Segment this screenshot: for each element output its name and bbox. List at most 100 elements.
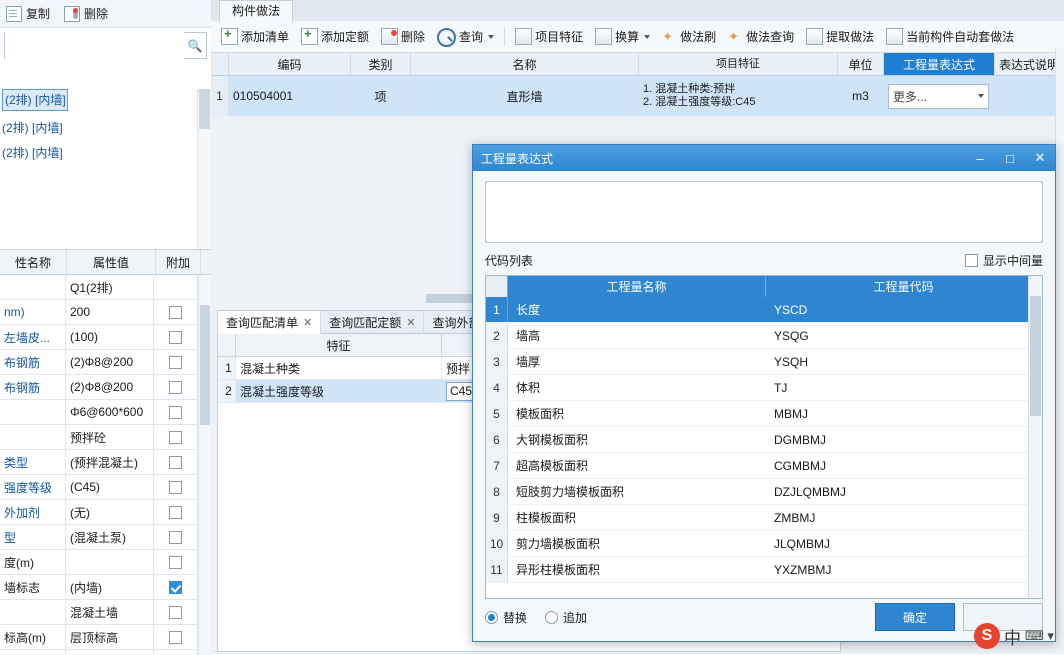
property-value[interactable]: 200 [66,300,154,324]
checkbox-box[interactable] [169,605,182,619]
cell-qty-name[interactable]: 柱模板面积 [508,505,766,530]
checkbox-box[interactable] [169,480,182,494]
property-row[interactable]: 左墙皮... (100) [0,325,211,350]
code-table-row[interactable]: 11 异形柱模板面积 YXZMBMJ [486,557,1042,583]
property-value[interactable]: Q1(2排) [66,275,154,299]
cell-type[interactable]: 项 [351,76,411,116]
checkbox-box[interactable] [169,380,182,394]
property-value[interactable]: 预拌砼 [66,425,154,449]
property-extra[interactable] [154,375,198,399]
cell-qty-name[interactable]: 模板面积 [508,401,766,426]
checkbox-box[interactable] [169,405,182,419]
code-table-row[interactable]: 9 柱模板面积 ZMBMJ [486,505,1042,531]
code-table-row[interactable]: 3 墙厚 YSQH [486,349,1042,375]
tab-component-method[interactable]: 构件做法 [219,0,294,22]
property-value[interactable]: (100) [66,325,154,349]
cell-description[interactable] [995,76,1064,116]
property-row[interactable]: 混凝土墙 [0,600,211,625]
property-value[interactable]: (无) [66,500,154,524]
property-extra[interactable] [154,525,198,549]
checkbox-box[interactable] [169,455,182,469]
property-extra[interactable] [154,550,198,574]
property-row[interactable]: 布钢筋 (2)Φ8@200 [0,350,211,375]
list-item[interactable]: (2排) [内墙] [0,142,211,164]
radio-append[interactable]: 追加 [545,609,587,626]
property-row[interactable]: 强度等级 (C45) [0,475,211,500]
cell-qty-name[interactable]: 异形柱模板面积 [508,557,766,582]
chevron-down-icon[interactable] [644,34,651,39]
cell-qty-code[interactable]: YXZMBMJ [766,557,1042,582]
chevron-down-icon[interactable] [488,34,495,39]
property-value[interactable]: 层顶标高 [66,650,154,655]
cell-qty-name[interactable]: 长度 [508,297,766,322]
property-extra[interactable] [154,275,198,299]
checkbox-box[interactable] [169,505,182,519]
add-quota-button[interactable]: 添加定额 [296,26,374,47]
property-row[interactable]: 预拌砼 [0,425,211,450]
cell-qty-code[interactable]: YSCD [766,297,1042,322]
property-extra[interactable] [154,400,198,424]
query-button[interactable]: 查询 [432,25,499,48]
cell-unit[interactable]: m3 [838,76,884,116]
cell-qty-code[interactable]: YSQG [766,323,1042,348]
property-value[interactable]: (预拌混凝土) [66,450,154,474]
list-scrollbar[interactable] [197,89,211,272]
cell-qty-code[interactable]: YSQH [766,349,1042,374]
close-icon[interactable]: ✕ [1025,145,1055,171]
property-extra[interactable] [154,650,198,655]
search-input[interactable] [5,32,184,59]
tab-match-list[interactable]: 查询匹配清单 ✕ [218,311,322,334]
property-row[interactable]: 墙标志 (内墙) [0,575,211,600]
checkbox-box[interactable] [169,555,182,569]
property-row[interactable]: 度(m) [0,550,211,575]
cell-qty-name[interactable]: 短肢剪力墙模板面积 [508,479,766,504]
method-brush-button[interactable]: ✦ 做法刷 [657,26,721,47]
property-extra[interactable] [154,450,198,474]
list-item[interactable]: (2排) [内墙] [0,117,211,139]
checkbox-box[interactable] [169,355,182,369]
property-row[interactable]: 布钢筋 (2)Φ8@200 [0,375,211,400]
cell-qty-code[interactable]: CGMBMJ [766,453,1042,478]
code-table-row[interactable]: 5 模板面积 MBMJ [486,401,1042,427]
property-value[interactable] [66,550,154,574]
left-search-box[interactable]: 🔍 [4,32,207,59]
property-value[interactable]: (C45) [66,475,154,499]
ime-mode[interactable]: 中 [1004,624,1021,649]
property-value[interactable]: (2)Φ8@200 [66,375,154,399]
property-row[interactable]: 外加剂 (无) [0,500,211,525]
property-extra[interactable] [154,600,198,624]
delete-button[interactable]: 删除 [64,5,108,22]
checkbox-box[interactable] [964,254,978,267]
cell-qty-name[interactable]: 剪力墙模板面积 [508,531,766,556]
property-extra[interactable] [154,475,198,499]
property-extra[interactable] [154,425,198,449]
maximize-icon[interactable]: □ [995,145,1025,171]
cell-code[interactable]: 010504001 [229,76,351,116]
code-table-row[interactable]: 6 大钢模板面积 DGMBMJ [486,427,1042,453]
property-value[interactable]: 混凝土墙 [66,600,154,624]
tab-match-quota[interactable]: 查询匹配定额 ✕ [321,311,425,333]
property-grid-scrollbar[interactable] [198,275,211,655]
cell-qty-code[interactable]: MBMJ [766,401,1042,426]
property-extra[interactable] [154,500,198,524]
property-value[interactable]: (混凝土泵) [66,525,154,549]
property-value[interactable]: Φ6@600*600 [66,400,154,424]
cell-feature[interactable]: 混凝土种类 [236,357,442,379]
property-extra[interactable] [154,300,198,324]
cell-qty-name[interactable]: 墙高 [508,323,766,348]
checkbox-box[interactable] [169,580,182,594]
close-icon[interactable]: ✕ [406,316,415,329]
ime-more-icon[interactable]: ⌨ ▾ [1025,628,1054,644]
code-table-row[interactable]: 2 墙高 YSQG [486,323,1042,349]
show-intermediate-checkbox[interactable]: 显示中间量 [964,252,1043,269]
property-row[interactable]: nm) 200 [0,300,211,325]
project-feature-button[interactable]: 项目特征 [510,26,588,47]
cell-feature[interactable]: 1. 混凝土种类:预拌 2. 混凝土强度等级:C45 [639,76,838,116]
radio-replace[interactable]: 替换 [485,609,527,626]
expression-textarea[interactable] [485,181,1043,243]
expression-combobox[interactable]: 更多... [888,83,989,109]
property-extra[interactable] [154,625,198,649]
property-extra[interactable] [154,350,198,374]
delete-method-button[interactable]: 删除 [376,26,430,47]
method-query-button[interactable]: ✦ 做法查询 [723,26,799,47]
